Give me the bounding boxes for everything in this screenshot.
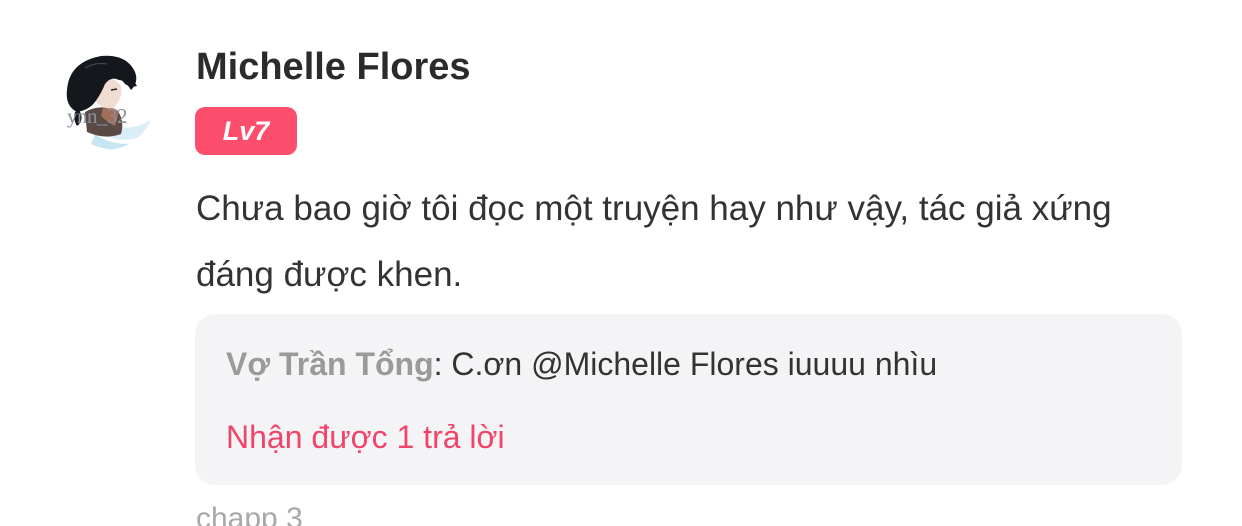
comment-body: Chưa bao giờ tôi đọc một truyện hay như … <box>196 189 1112 294</box>
reply-text: C.ơn @Michelle Flores iuuuu nhìu <box>451 346 938 382</box>
avatar-overlay-text: ynn_32 <box>67 104 128 128</box>
avatar[interactable]: ynn_32 <box>55 50 155 150</box>
reply-author[interactable]: Vợ Trần Tổng <box>226 346 434 382</box>
comment-item: ynn_32 Michelle Flores Lv7 Chưa bao giờ … <box>0 0 1242 526</box>
view-replies-link[interactable]: Nhận được 1 trả lời <box>226 419 505 456</box>
reply-preview[interactable]: Vợ Trần Tổng: C.ơn @Michelle Flores iuuu… <box>195 314 1182 485</box>
username[interactable]: Michelle Flores <box>196 46 471 89</box>
chapter-label: chapp 3 <box>196 502 303 526</box>
reply-separator: : <box>433 346 452 382</box>
reply-preview-line: Vợ Trần Tổng: C.ơn @Michelle Flores iuuu… <box>226 346 937 383</box>
avatar-illustration-icon <box>55 50 155 150</box>
level-badge: Lv7 <box>195 107 297 155</box>
